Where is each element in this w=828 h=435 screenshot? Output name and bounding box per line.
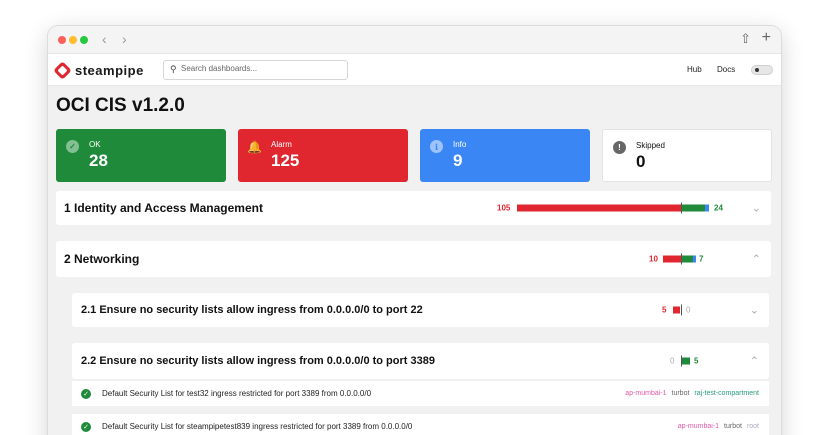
hub-link[interactable]: Hub bbox=[687, 65, 702, 74]
bell-icon: 🔔 bbox=[247, 139, 262, 154]
browser-window: ‹ › ⇧ + steampipe ⚲ Hub Docs OCI CIS v1.… bbox=[48, 26, 781, 435]
control-title: 2.2 Ensure no security lists allow ingre… bbox=[81, 355, 435, 367]
exclamation-circle-icon: ! bbox=[613, 141, 626, 154]
region-tag: ap-mumbai-1 bbox=[625, 390, 667, 397]
minimize-window-button[interactable] bbox=[69, 36, 77, 44]
result-row: ✓ Default Security List for steampipetes… bbox=[72, 413, 769, 435]
alarm-count: 105 bbox=[497, 203, 511, 213]
alarm-count: 125 bbox=[271, 151, 300, 170]
result-reason: Default Security List for test32 ingress… bbox=[102, 389, 372, 398]
skipped-label: Skipped bbox=[636, 141, 665, 150]
title-bar: ‹ › ⇧ + bbox=[48, 26, 781, 54]
compartment-tag: raj-test-compartment bbox=[694, 390, 759, 397]
dashboard-content: OCI CIS v1.2.0 ✓ OK 28 🔔 Alarm 125 i Inf… bbox=[48, 86, 781, 435]
alarm-count: 0 bbox=[670, 356, 675, 366]
search-icon: ⚲ bbox=[170, 64, 177, 74]
ok-count: 5 bbox=[694, 356, 699, 366]
ok-count: 24 bbox=[714, 203, 723, 213]
steampipe-logo[interactable]: steampipe bbox=[53, 61, 144, 80]
bar-divider bbox=[681, 253, 682, 265]
compartment-tag: root bbox=[746, 423, 759, 430]
ok-segment bbox=[681, 204, 705, 212]
info-segment bbox=[693, 255, 696, 263]
skipped-summary-card: ! Skipped 0 bbox=[602, 129, 772, 182]
check-circle-icon: ✓ bbox=[81, 422, 91, 432]
section-title: 2 Networking bbox=[64, 252, 140, 266]
new-tab-icon[interactable]: + bbox=[762, 29, 771, 47]
info-circle-icon: i bbox=[430, 140, 443, 153]
steampipe-logo-icon bbox=[53, 61, 72, 80]
alarm-segment bbox=[517, 204, 681, 212]
chevron-up-icon[interactable]: ⌃ bbox=[750, 355, 759, 368]
alarm-segment bbox=[663, 255, 681, 263]
close-window-button[interactable] bbox=[58, 36, 66, 44]
info-label: Info bbox=[453, 140, 467, 149]
ok-label: OK bbox=[89, 140, 101, 149]
search-input[interactable] bbox=[181, 64, 341, 73]
page-title: OCI CIS v1.2.0 bbox=[56, 95, 185, 116]
ok-count: 28 bbox=[89, 151, 108, 170]
chevron-down-icon[interactable]: ⌄ bbox=[750, 304, 759, 317]
check-circle-icon: ✓ bbox=[66, 140, 79, 153]
alarm-count: 10 bbox=[649, 254, 658, 264]
back-arrow-icon[interactable]: ‹ bbox=[102, 31, 107, 47]
bar-divider bbox=[681, 202, 682, 214]
zoom-window-button[interactable] bbox=[80, 36, 88, 44]
app-header: steampipe ⚲ Hub Docs bbox=[48, 54, 781, 86]
section-identity-access[interactable]: 1 Identity and Access Management 105 24 … bbox=[56, 191, 771, 225]
result-dimensions: ap-mumbai-1 turbot root bbox=[678, 423, 759, 430]
chevron-down-icon[interactable]: ⌄ bbox=[752, 202, 761, 215]
forward-arrow-icon[interactable]: › bbox=[122, 31, 127, 47]
chevron-up-icon[interactable]: ⌃ bbox=[752, 253, 761, 266]
control-title: 2.1 Ensure no security lists allow ingre… bbox=[81, 304, 423, 316]
info-summary-card: i Info 9 bbox=[420, 129, 590, 182]
skipped-count: 0 bbox=[636, 152, 646, 171]
share-icon[interactable]: ⇧ bbox=[740, 31, 751, 47]
region-tag: ap-mumbai-1 bbox=[677, 423, 720, 430]
theme-toggle[interactable] bbox=[751, 65, 773, 75]
control-2-1[interactable]: 2.1 Ensure no security lists allow ingre… bbox=[72, 293, 769, 327]
status-bar bbox=[673, 306, 680, 314]
brand-name: steampipe bbox=[75, 63, 144, 78]
ok-count: 7 bbox=[699, 254, 704, 264]
account-tag: turbot bbox=[671, 390, 690, 397]
section-title: 1 Identity and Access Management bbox=[64, 201, 263, 215]
info-segment bbox=[705, 204, 709, 212]
alarm-segment bbox=[673, 306, 680, 314]
ok-segment bbox=[682, 357, 690, 365]
ok-summary-card: ✓ OK 28 bbox=[56, 129, 226, 182]
alarm-label: Alarm bbox=[271, 140, 292, 149]
result-dimensions: ap-mumbai-1 turbot raj-test-compartment bbox=[625, 390, 759, 397]
result-row: ✓ Default Security List for test32 ingre… bbox=[72, 380, 769, 406]
control-2-2[interactable]: 2.2 Ensure no security lists allow ingre… bbox=[72, 343, 769, 379]
check-circle-icon: ✓ bbox=[81, 389, 91, 399]
ok-segment bbox=[681, 255, 693, 263]
docs-link[interactable]: Docs bbox=[717, 65, 735, 74]
search-box[interactable]: ⚲ bbox=[163, 60, 348, 80]
ok-count: 0 bbox=[686, 305, 691, 315]
alarm-summary-card: 🔔 Alarm 125 bbox=[238, 129, 408, 182]
info-count: 9 bbox=[453, 151, 463, 170]
status-bar bbox=[663, 255, 696, 263]
toggle-knob bbox=[755, 68, 759, 72]
status-bar bbox=[682, 357, 690, 365]
account-tag: turbot bbox=[724, 423, 742, 430]
section-networking[interactable]: 2 Networking 10 7 ⌃ bbox=[56, 241, 771, 277]
result-reason: Default Security List for steampipetest8… bbox=[102, 422, 413, 431]
alarm-count: 5 bbox=[662, 305, 667, 315]
bar-divider bbox=[681, 304, 682, 316]
